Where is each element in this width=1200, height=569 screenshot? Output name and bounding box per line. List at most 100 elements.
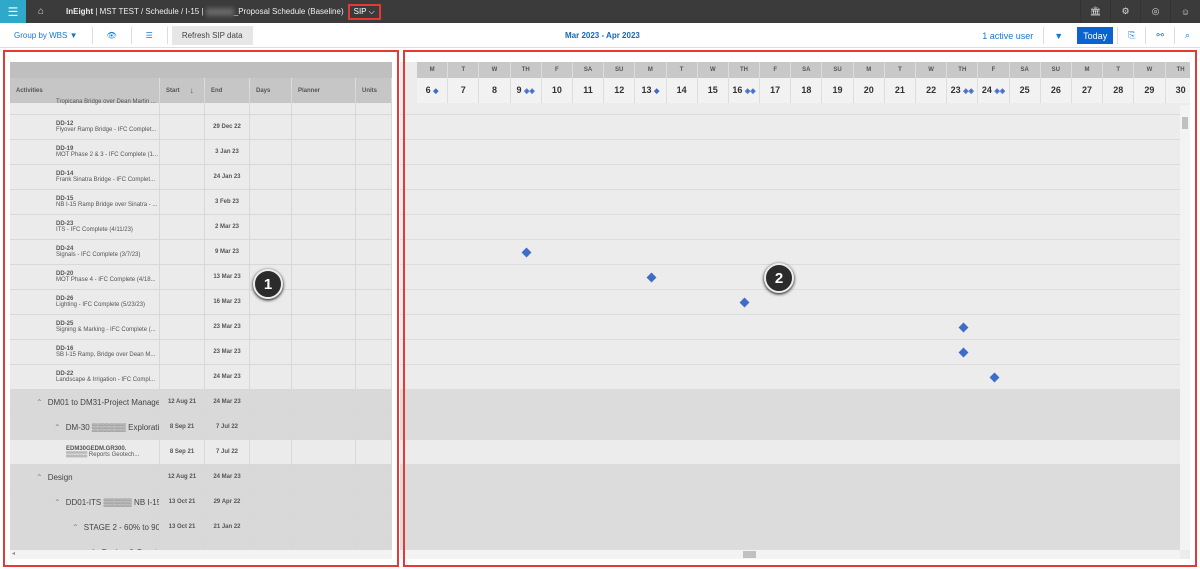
table-row[interactable]: Tropicana Bridge over Dean Martin ... bbox=[10, 90, 392, 115]
export-icon[interactable]: ⎘ bbox=[1117, 27, 1145, 44]
collapse-icon[interactable]: ⌃ bbox=[36, 473, 43, 482]
day-column: T7 bbox=[448, 62, 480, 103]
table-row[interactable]: ⌃ DD01-ITS ▒▒▒▒▒ NB I-15 13 Oct 21 29 Apr 2… bbox=[10, 490, 392, 515]
link-icon[interactable]: ⚯ bbox=[1145, 27, 1174, 44]
table-row[interactable]: DD-25 Signing & Marking - IFC Complete (.… bbox=[10, 315, 392, 340]
table-row[interactable]: DD-26 Lighting - IFC Complete (5/23/23) 16… bbox=[10, 290, 392, 315]
activity-name: NB I-15 Ramp Bridge over Sinatra - ... bbox=[56, 202, 158, 208]
start-cell bbox=[160, 365, 205, 389]
day-of-week: SA bbox=[572, 62, 604, 78]
table-row[interactable]: ⌃ DM01 to DM31-Project Managem 12 Aug 21 24… bbox=[10, 390, 392, 415]
start-cell bbox=[160, 165, 205, 189]
filter-icon[interactable]: ▼ bbox=[1043, 27, 1073, 44]
gantt-view-icon[interactable]: ☰ bbox=[132, 26, 168, 44]
activity-cell: DD-25 Signing & Marking - IFC Complete (.… bbox=[10, 315, 160, 339]
days-cell bbox=[250, 415, 292, 439]
day-number: 10 bbox=[541, 78, 572, 103]
user-icon[interactable]: ☺ bbox=[1170, 0, 1200, 23]
activity-name: MOT Phase 2 & 3 - IFC Complete (1... bbox=[56, 152, 158, 158]
day-number: 30 bbox=[1165, 78, 1190, 103]
table-row[interactable]: DD-12 Flyover Ramp Bridge - IFC Complet..… bbox=[10, 115, 392, 140]
active-users[interactable]: 1 active user bbox=[972, 27, 1043, 44]
activity-name: DD01-ITS ▒▒▒▒▒ NB I-15 bbox=[65, 497, 160, 507]
table-row[interactable]: DD-19 MOT Phase 2 & 3 - IFC Complete (1..… bbox=[10, 140, 392, 165]
day-number-label: 24 bbox=[981, 85, 992, 95]
scroll-thumb[interactable] bbox=[743, 551, 756, 558]
gantt-row bbox=[400, 290, 1180, 315]
gantt-chart: M6 ◆ T 7 W 8 TH 9 ◈◈ F 10 SA 11 SU 12 M 13 ◆ T 14 W 15 TH 16… bbox=[400, 62, 1190, 559]
days-cell bbox=[250, 340, 292, 364]
refresh-sip-button[interactable]: Refresh SIP data bbox=[171, 25, 253, 45]
end-cell: 23 Mar 23 bbox=[205, 340, 250, 364]
search-icon[interactable]: ⌕ bbox=[1173, 27, 1200, 44]
sip-dropdown[interactable]: SIP ⌵ bbox=[347, 3, 381, 20]
table-row[interactable]: ⌃ DM-30 ▒▒▒▒▒▒ Exploratio 8 Sep 21 7 Jul 22 bbox=[10, 415, 392, 440]
brand-link[interactable]: InEight bbox=[66, 7, 93, 16]
table-row[interactable]: DD-15 NB I-15 Ramp Bridge over Sinatra - … bbox=[10, 190, 392, 215]
day-number-label: 17 bbox=[770, 85, 781, 95]
breadcrumb-path[interactable]: | MST TEST / Schedule / I-15 | bbox=[93, 7, 206, 16]
activity-cell: ⌃ DD01-ITS ▒▒▒▒▒ NB I-15 bbox=[10, 490, 160, 514]
building-icon[interactable]: 🏛 bbox=[1080, 0, 1110, 23]
day-column: F 10 bbox=[541, 62, 573, 103]
collapse-icon[interactable]: ⌃ bbox=[72, 523, 79, 532]
group-by-dropdown[interactable]: Group by WBS ▼ bbox=[0, 26, 93, 44]
table-row[interactable]: DD-24 Signals - IFC Complete (3/7/23) 9 Ma… bbox=[10, 240, 392, 265]
today-button[interactable]: Today bbox=[1077, 27, 1114, 44]
end-cell: 29 Apr 22 bbox=[205, 490, 250, 514]
day-number-label: 12 bbox=[614, 85, 625, 95]
gantt-vertical-scrollbar[interactable] bbox=[1180, 105, 1190, 550]
end-cell: 21 Jan 22 bbox=[205, 515, 250, 539]
hamburger-menu-icon[interactable]: ☰ bbox=[0, 0, 26, 23]
collapse-icon[interactable]: ⌃ bbox=[54, 423, 61, 432]
day-of-week: M bbox=[417, 62, 448, 78]
gantt-row bbox=[400, 165, 1180, 190]
table-row[interactable]: DD-20 MOT Phase 4 - IFC Complete (4/18...… bbox=[10, 265, 392, 290]
units-cell bbox=[356, 390, 392, 414]
day-column: SU 19 bbox=[822, 62, 854, 103]
table-row[interactable]: DD-23 ITS - IFC Complete (4/11/23) 2 Mar 2… bbox=[10, 215, 392, 240]
breadcrumb: InEight | MST TEST / Schedule / I-15 | _… bbox=[66, 7, 344, 16]
table-row[interactable]: DD-22 Landscape & Irrigation - IFC Compl.… bbox=[10, 365, 392, 390]
help-icon[interactable]: ◎ bbox=[1140, 0, 1170, 23]
days-cell bbox=[250, 190, 292, 214]
day-of-week: T bbox=[884, 62, 915, 78]
day-of-week: T bbox=[666, 62, 697, 78]
start-cell: 12 Aug 21 bbox=[160, 390, 205, 414]
day-number-label: 9 bbox=[516, 85, 522, 95]
table-row[interactable]: DD-16 SB I-15 Ramp, Bridge over Dean M...… bbox=[10, 340, 392, 365]
table-row[interactable]: ⌃ STAGE 2 - 60% to 90% Desig13 Oct 2121 J… bbox=[10, 515, 392, 540]
start-cell: 8 Sep 21 bbox=[160, 440, 205, 464]
day-column: W 22 bbox=[916, 62, 948, 103]
activity-name: Design bbox=[47, 472, 73, 482]
day-column: W8 bbox=[479, 62, 511, 103]
table-row[interactable]: EDM30GEDM.GR300. ▒▒▒▒▒ Reports Geotech...… bbox=[10, 440, 392, 465]
activity-cell: DD-26 Lighting - IFC Complete (5/23/23) bbox=[10, 290, 160, 314]
day-of-week: T bbox=[448, 62, 479, 78]
table-row[interactable]: DD-14 Frank Sinatra Bridge - IFC Complet.… bbox=[10, 165, 392, 190]
breadcrumb-schedule[interactable]: _Proposal Schedule (Baseline) bbox=[234, 7, 344, 16]
gear-icon[interactable]: ⚙ bbox=[1110, 0, 1140, 23]
units-cell bbox=[356, 315, 392, 339]
day-of-week: TH bbox=[728, 62, 760, 78]
day-number-label: 16 bbox=[732, 85, 743, 95]
day-column: M6 ◆ bbox=[417, 62, 449, 103]
gantt-horizontal-scrollbar[interactable] bbox=[400, 550, 1180, 559]
days-cell bbox=[250, 115, 292, 139]
grid-horizontal-scrollbar[interactable]: ◂ bbox=[10, 550, 392, 559]
eye-icon[interactable]: 👁 bbox=[93, 26, 132, 44]
day-of-week: M bbox=[635, 62, 666, 78]
collapse-icon[interactable]: ⌃ bbox=[36, 398, 43, 407]
scroll-thumb[interactable] bbox=[1182, 117, 1188, 129]
end-cell: 24 Mar 23 bbox=[205, 465, 250, 489]
activity-cell: DD-23 ITS - IFC Complete (4/11/23) bbox=[10, 215, 160, 239]
table-row[interactable]: ⌃ Design 12 Aug 21 24 Mar 23 bbox=[10, 465, 392, 490]
day-number: 27 bbox=[1071, 78, 1103, 103]
collapse-icon[interactable]: ⌃ bbox=[54, 498, 61, 507]
activity-name: Landscape & Irrigation - IFC Compl... bbox=[56, 377, 156, 383]
units-cell bbox=[356, 215, 392, 239]
day-number-label: 11 bbox=[583, 85, 593, 95]
home-icon[interactable]: ⌂ bbox=[38, 6, 52, 17]
planner-cell bbox=[292, 415, 356, 439]
date-range[interactable]: Mar 2023 - Apr 2023 bbox=[565, 31, 640, 40]
